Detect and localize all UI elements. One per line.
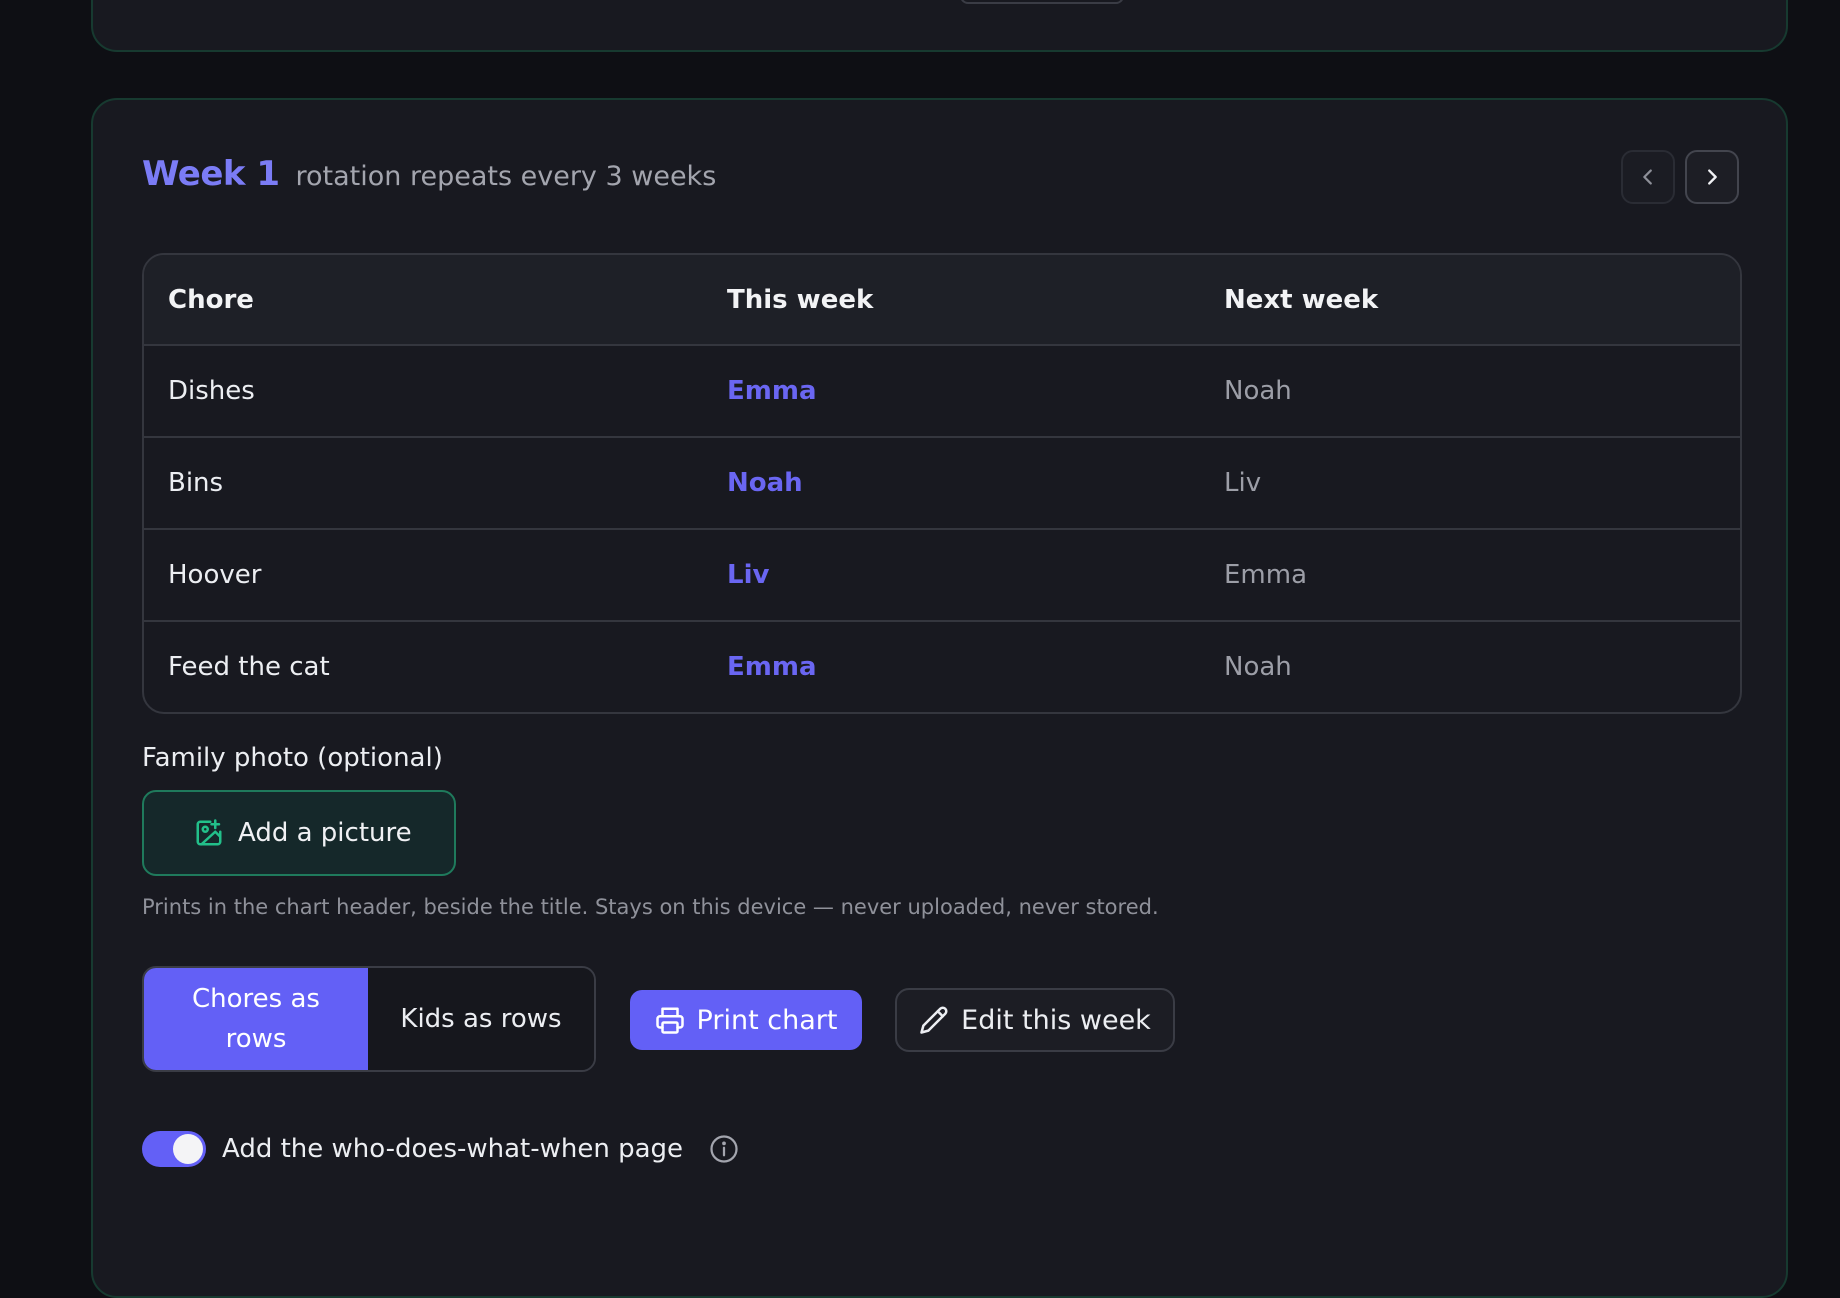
header-this-week: This week xyxy=(727,284,874,315)
chore-cell: Hoover xyxy=(168,560,262,590)
previous-card xyxy=(91,0,1788,52)
chores-as-rows-label: Chores as rows xyxy=(192,984,320,1054)
chore-table: Chore This week Next week Dishes Emma No… xyxy=(142,253,1742,714)
table-row: Bins Noah Liv xyxy=(144,436,1740,528)
print-chart-button[interactable]: Print chart xyxy=(630,990,862,1050)
toggle-knob xyxy=(173,1134,203,1164)
chores-as-rows-option[interactable]: Chores as rows xyxy=(144,968,368,1070)
chevron-right-icon xyxy=(1708,169,1717,185)
edit-week-label: Edit this week xyxy=(961,1004,1151,1036)
edit-week-button[interactable]: Edit this week xyxy=(895,988,1175,1052)
add-picture-label: Add a picture xyxy=(238,818,412,848)
previous-card-handle[interactable] xyxy=(960,0,1124,4)
print-chart-label: Print chart xyxy=(696,1004,838,1036)
chore-cell: Dishes xyxy=(168,376,255,406)
this-week-cell: Noah xyxy=(727,468,803,498)
week-subtitle: rotation repeats every 3 weeks xyxy=(295,161,717,192)
next-week-cell: Noah xyxy=(1224,652,1292,682)
truncated-description xyxy=(142,1234,1042,1248)
table-header-row: Chore This week Next week xyxy=(144,255,1740,344)
chevron-left-icon xyxy=(1643,169,1652,185)
this-week-cell: Liv xyxy=(727,560,770,590)
info-icon[interactable] xyxy=(709,1134,739,1164)
schedule-page-toggle[interactable] xyxy=(142,1131,206,1167)
chore-cell: Feed the cat xyxy=(168,652,330,682)
family-photo-label: Family photo (optional) xyxy=(142,743,443,773)
image-add-icon xyxy=(196,819,222,846)
next-week-cell: Liv xyxy=(1224,468,1262,498)
week-heading: Week 1 rotation repeats every 3 weeks xyxy=(142,154,716,194)
table-row: Hoover Liv Emma xyxy=(144,528,1740,620)
this-week-cell: Emma xyxy=(727,652,817,682)
printer-icon xyxy=(655,1007,684,1034)
layout-segmented-control: Chores as rows Kids as rows xyxy=(142,966,596,1072)
kids-as-rows-label: Kids as rows xyxy=(400,1004,562,1034)
table-row: Feed the cat Emma Noah xyxy=(144,620,1740,712)
header-next-week: Next week xyxy=(1224,284,1379,315)
schedule-page-label: Add the who-does-what-when page xyxy=(222,1134,684,1164)
table-row: Dishes Emma Noah xyxy=(144,344,1740,436)
kids-as-rows-option[interactable]: Kids as rows xyxy=(368,968,594,1070)
previous-week-button[interactable] xyxy=(1621,150,1675,204)
next-week-cell: Emma xyxy=(1224,560,1308,590)
this-week-cell: Emma xyxy=(727,376,817,406)
week-title: Week 1 xyxy=(142,154,280,194)
add-picture-button[interactable]: Add a picture xyxy=(142,790,456,876)
week-card: Week 1 rotation repeats every 3 weeks Ch… xyxy=(91,98,1788,1298)
chore-cell: Bins xyxy=(168,468,224,498)
next-week-button[interactable] xyxy=(1685,150,1739,204)
photo-hint: Prints in the chart header, beside the t… xyxy=(142,895,1159,919)
header-chore: Chore xyxy=(168,284,254,315)
next-week-cell: Noah xyxy=(1224,376,1292,406)
pencil-icon xyxy=(920,1006,948,1034)
